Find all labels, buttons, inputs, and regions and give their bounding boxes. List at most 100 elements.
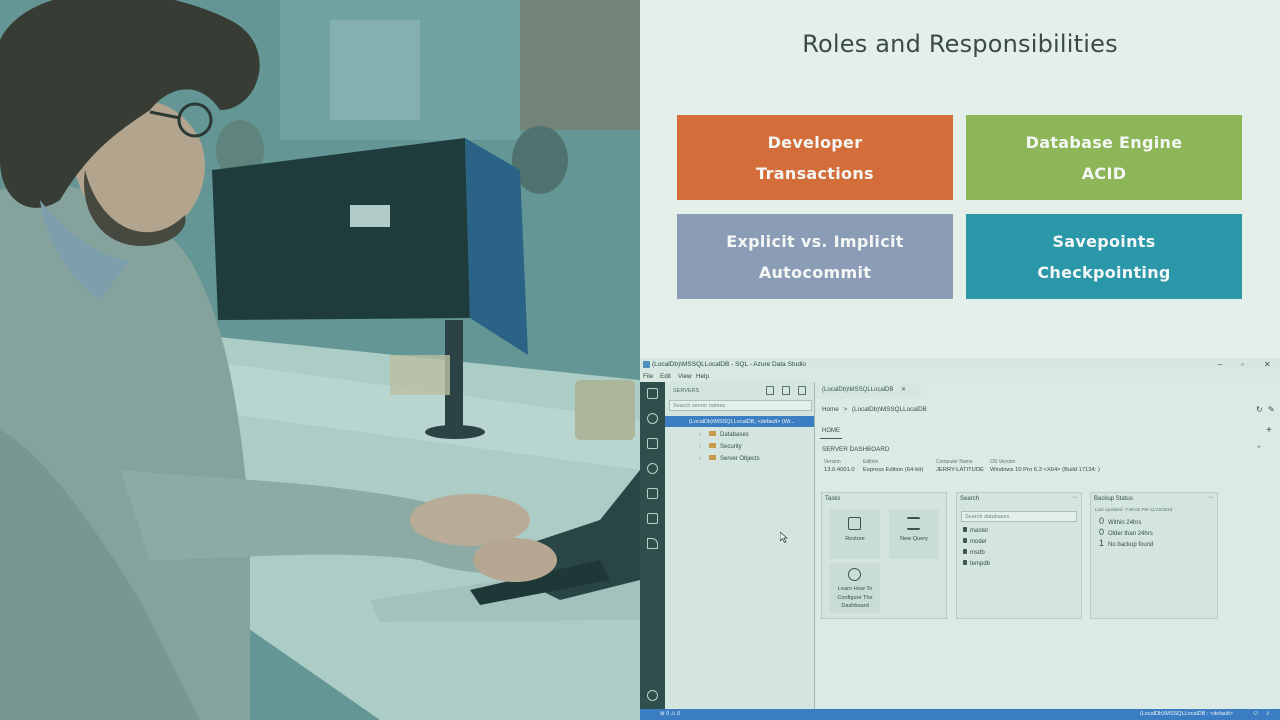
backup-status-widget: Backup Status ··· Last Updated: 7:48:02 … xyxy=(1090,492,1218,619)
backup-row: 0 Within 24hrs xyxy=(1099,516,1142,526)
menu-help[interactable]: Help xyxy=(696,373,709,380)
search-header: Search xyxy=(960,496,980,502)
maximize-icon[interactable]: ▫ xyxy=(1241,360,1244,369)
tasks-header: Tasks xyxy=(825,496,841,502)
app-icon xyxy=(643,361,650,368)
server-search-input[interactable]: Search server names xyxy=(669,400,812,411)
status-bar: ⊗ 0 ⚠ 0 (LocalDb)\MSSQLLocalDB : <defaul… xyxy=(640,709,1280,720)
tile-line1: Savepoints xyxy=(1052,231,1156,251)
chevron-right-icon[interactable]: › xyxy=(699,444,701,450)
add-icon[interactable]: + xyxy=(1266,425,1272,436)
prop-key: Edition xyxy=(863,459,879,465)
home-tab-underline xyxy=(820,438,842,439)
database-search-input[interactable]: Search databases xyxy=(961,511,1077,522)
menu-edit[interactable]: Edit xyxy=(660,373,671,380)
database-item-master[interactable]: master xyxy=(963,527,988,534)
tree-item-security[interactable]: Security xyxy=(709,443,742,450)
breadcrumb-sep: > xyxy=(843,406,848,413)
database-item-model[interactable]: model xyxy=(963,538,986,545)
show-active-connections-icon[interactable] xyxy=(798,386,806,395)
new-query-icon xyxy=(907,517,920,530)
breadcrumb-server[interactable]: (LocalDb)\MSSQLLocalDB xyxy=(852,406,927,413)
azure-icon[interactable] xyxy=(647,538,658,549)
restore-icon xyxy=(848,517,861,530)
new-connection-icon[interactable] xyxy=(766,386,774,395)
menu-bar: File Edit View Help xyxy=(640,372,1280,382)
mouse-cursor-icon xyxy=(780,532,788,543)
search-icon[interactable] xyxy=(647,463,658,474)
new-query-button[interactable]: New Query xyxy=(889,509,939,559)
presenter-photo xyxy=(0,0,640,720)
office-scene-illustration xyxy=(0,0,640,720)
menu-view[interactable]: View xyxy=(678,373,692,380)
minimize-icon[interactable]: – xyxy=(1218,360,1222,369)
tile-line1: Database Engine xyxy=(1025,132,1183,152)
bell-icon[interactable]: ♪ xyxy=(1266,710,1270,717)
smiley-icon[interactable]: ☺ xyxy=(1252,710,1259,717)
backup-row: 1 No backup found xyxy=(1099,538,1154,548)
explorer-icon[interactable] xyxy=(647,438,658,449)
tree-item-server-objects[interactable]: Server Objects xyxy=(709,455,760,462)
backup-row: 0 Older than 24hrs xyxy=(1099,527,1153,537)
video-frame: Roles and Responsibilities Developer Tra… xyxy=(0,0,1280,720)
gear-icon[interactable] xyxy=(647,690,658,701)
collapse-icon[interactable]: ⌃ xyxy=(1256,445,1262,453)
more-icon[interactable]: ··· xyxy=(1207,494,1214,501)
title-bar: (LocalDb)\MSSQLLocalDB - SQL - Azure Dat… xyxy=(640,358,1280,372)
edit-icon[interactable]: ✎ xyxy=(1268,405,1275,414)
tile-line1: Explicit vs. Implicit xyxy=(726,231,904,251)
slide-title: Roles and Responsibilities xyxy=(802,30,1118,58)
tab-server-dashboard[interactable]: (LocalDb)\MSSQLLocalDB ✕ xyxy=(816,382,921,398)
activity-bar xyxy=(640,382,665,712)
prop-value: Express Edition (64-bit) xyxy=(863,467,924,473)
prop-value: Windows 10 Pro 6.3 <X64> (Build 17134: ) xyxy=(990,467,1100,473)
learn-configure-dashboard-button[interactable]: Learn How To Configure The Dashboard xyxy=(830,563,880,613)
refresh-icon[interactable]: ↻ xyxy=(1256,405,1263,414)
backup-last-updated: Last Updated: 7:48:02 PM 11/15/2018 xyxy=(1095,507,1173,512)
prop-value: 13.0.4001.0 xyxy=(824,467,855,473)
history-icon[interactable] xyxy=(647,413,658,424)
new-server-group-icon[interactable] xyxy=(782,386,790,395)
chevron-right-icon[interactable]: › xyxy=(699,456,701,462)
menu-file[interactable]: File xyxy=(643,373,653,380)
tile-line2: Checkpointing xyxy=(1037,262,1171,282)
tile-developer-transactions: Developer Transactions xyxy=(677,115,953,200)
breadcrumb: Home > (LocalDb)\MSSQLLocalDB xyxy=(822,406,927,413)
database-item-tempdb[interactable]: tempdb xyxy=(963,560,990,567)
dashboard-title: SERVER DASHBOARD xyxy=(822,446,890,453)
prop-value: JERRY-LATITUDE xyxy=(936,467,984,473)
source-control-icon[interactable] xyxy=(647,488,658,499)
tile-line2: ACID xyxy=(1081,163,1127,183)
chevron-right-icon[interactable]: › xyxy=(699,432,701,438)
more-icon[interactable]: ··· xyxy=(1071,494,1078,501)
folder-icon xyxy=(709,431,716,436)
close-tab-icon[interactable]: ✕ xyxy=(901,387,906,393)
prop-key: OS Version xyxy=(990,459,1016,465)
tile-explicit-implicit-autocommit: Explicit vs. Implicit Autocommit xyxy=(677,214,953,299)
database-item-msdb[interactable]: msdb xyxy=(963,549,985,556)
servers-icon[interactable] xyxy=(647,388,658,399)
tile-savepoints-checkpointing: Savepoints Checkpointing xyxy=(966,214,1242,299)
problems-count[interactable]: ⊗ 0 ⚠ 0 xyxy=(660,711,680,717)
server-row-localdb[interactable]: (LocalDb)\MSSQLLocalDB, <default> (Wi... xyxy=(665,416,814,427)
prop-key: Computer Name xyxy=(936,459,973,465)
editor-area: (LocalDb)\MSSQLLocalDB ✕ Home > (LocalDb… xyxy=(780,382,1280,712)
tile-line2: Autocommit xyxy=(758,262,872,282)
task-history-icon[interactable] xyxy=(647,513,658,524)
chart-gear-icon xyxy=(848,568,861,581)
breadcrumb-home[interactable]: Home xyxy=(822,406,839,413)
servers-header: SERVERS xyxy=(673,388,700,394)
slide: Roles and Responsibilities Developer Tra… xyxy=(640,0,1280,358)
azure-data-studio-window: (LocalDb)\MSSQLLocalDB - SQL - Azure Dat… xyxy=(640,358,1280,720)
backup-header: Backup Status xyxy=(1094,496,1133,502)
connection-status[interactable]: (LocalDb)\MSSQLLocalDB : <default> xyxy=(1140,711,1233,717)
tab-home[interactable]: HOME xyxy=(822,428,840,434)
tile-database-engine-acid: Database Engine ACID xyxy=(966,115,1242,200)
servers-panel: SERVERS Search server names (LocalDb)\MS… xyxy=(665,382,815,712)
window-title: (LocalDb)\MSSQLLocalDB - SQL - Azure Dat… xyxy=(652,361,807,368)
close-icon[interactable]: ✕ xyxy=(1264,360,1271,369)
tree-item-databases[interactable]: Databases xyxy=(709,431,749,438)
restore-button[interactable]: Restore xyxy=(830,509,880,559)
search-widget: Search ··· Search databases master model… xyxy=(956,492,1082,619)
tile-line1: Developer xyxy=(767,132,863,152)
